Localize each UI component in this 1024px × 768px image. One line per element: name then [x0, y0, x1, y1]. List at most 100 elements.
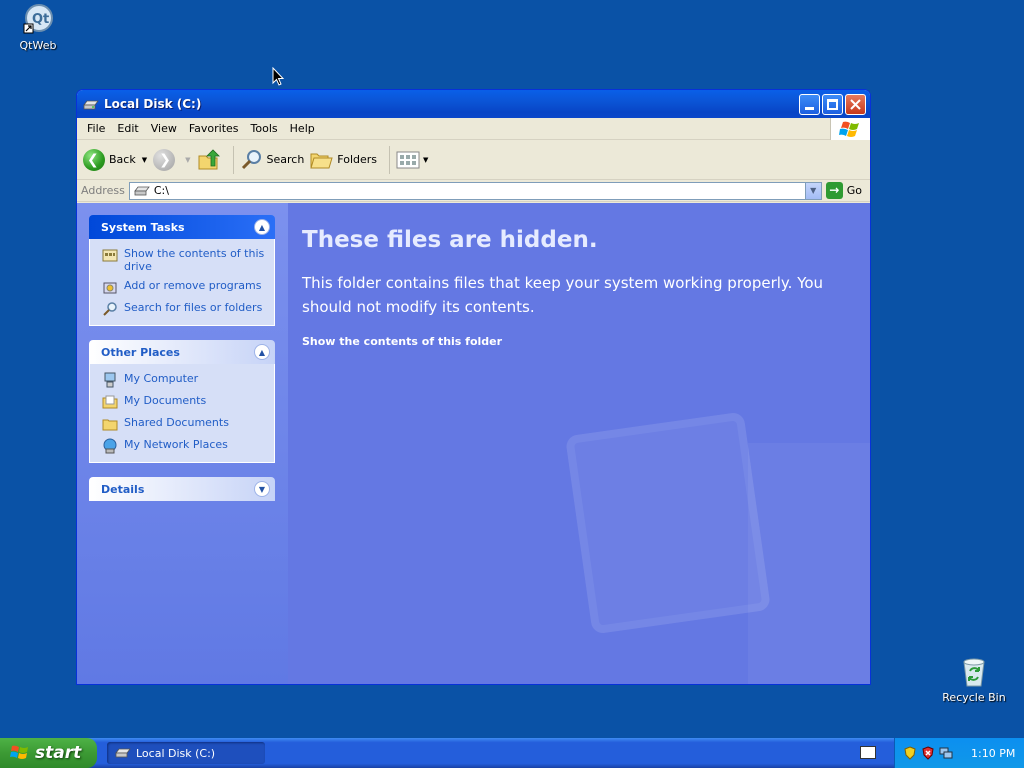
- place-label: Shared Documents: [124, 416, 229, 429]
- minimize-icon: [805, 106, 814, 110]
- search-label: Search: [266, 153, 305, 166]
- keyboard-language-icon[interactable]: [860, 746, 876, 759]
- toolbar-separator: [389, 145, 391, 174]
- menu-file[interactable]: File: [81, 120, 111, 137]
- system-tasks-panel: System Tasks ▲ Show the contents of this…: [89, 215, 275, 326]
- qtweb-icon: Qt: [22, 4, 54, 36]
- network-places-icon: [102, 438, 118, 454]
- menu-favorites[interactable]: Favorites: [183, 120, 245, 137]
- security-alert-icon[interactable]: [921, 746, 935, 760]
- views-button[interactable]: ▼: [396, 150, 428, 170]
- title-bar[interactable]: Local Disk (C:): [77, 90, 870, 118]
- recycle-bin-icon: [958, 656, 990, 688]
- panel-title: System Tasks: [101, 220, 185, 234]
- task-add-remove-programs[interactable]: Add or remove programs: [102, 279, 266, 295]
- task-search-files[interactable]: Search for files or folders: [102, 301, 266, 317]
- go-button[interactable]: → Go: [822, 182, 870, 199]
- start-label: start: [35, 743, 82, 763]
- menu-tools[interactable]: Tools: [245, 120, 284, 137]
- panel-title: Other Places: [101, 345, 180, 359]
- show-folder-contents-link[interactable]: Show the contents of this folder: [302, 335, 870, 348]
- up-folder-icon: [198, 148, 220, 169]
- search-icon: [102, 301, 118, 317]
- system-clock[interactable]: 1:10 PM: [971, 747, 1015, 760]
- menu-bar: File Edit View Favorites Tools Help: [77, 118, 870, 140]
- folders-button[interactable]: Folders: [310, 149, 377, 171]
- place-label: My Documents: [124, 394, 207, 407]
- place-my-computer[interactable]: My Computer: [102, 372, 266, 388]
- forward-dropdown-icon[interactable]: ▼: [185, 156, 190, 164]
- forward-button[interactable]: ❯ ▼: [153, 148, 191, 171]
- shared-documents-icon: [102, 416, 118, 432]
- place-my-network-places[interactable]: My Network Places: [102, 438, 266, 454]
- address-dropdown-icon[interactable]: ▼: [804, 182, 821, 199]
- details-header[interactable]: Details ▼: [89, 477, 275, 501]
- task-label: Show the contents of this drive: [124, 247, 265, 273]
- back-arrow-icon: ❮: [83, 148, 105, 171]
- main-pane: These files are hidden. This folder cont…: [288, 203, 870, 684]
- hidden-files-message: This folder contains files that keep you…: [302, 274, 824, 316]
- security-shield-icon[interactable]: [903, 746, 917, 760]
- expand-icon[interactable]: ▼: [254, 481, 270, 497]
- forward-arrow-icon: ❯: [153, 148, 176, 171]
- my-documents-icon: [102, 394, 118, 410]
- desktop-icon-qtweb[interactable]: Qt QtWeb: [3, 4, 73, 52]
- address-input[interactable]: C:\ ▼: [128, 181, 822, 200]
- monitor-watermark: [564, 411, 772, 635]
- back-button[interactable]: ❮ Back ▼: [83, 148, 147, 171]
- views-dropdown-icon[interactable]: ▼: [423, 156, 428, 164]
- menu-help[interactable]: Help: [284, 120, 321, 137]
- show-contents-icon: [102, 247, 118, 263]
- collapse-icon[interactable]: ▲: [254, 344, 270, 360]
- desktop-icon-label: Recycle Bin: [942, 691, 1006, 704]
- system-tasks-body: Show the contents of this drive Add or r…: [89, 239, 275, 326]
- maximize-icon: [827, 98, 838, 110]
- start-button[interactable]: start: [0, 738, 97, 768]
- add-remove-programs-icon: [102, 279, 118, 295]
- place-my-documents[interactable]: My Documents: [102, 394, 266, 410]
- drive-icon: [83, 96, 99, 112]
- toolbar: ❮ Back ▼ ❯ ▼ Search Folders ▼: [77, 140, 870, 180]
- network-status-icon[interactable]: [939, 746, 953, 760]
- back-dropdown-icon[interactable]: ▼: [142, 156, 147, 164]
- my-computer-icon: [102, 372, 118, 388]
- up-folder-button[interactable]: [197, 148, 221, 172]
- views-icon: [396, 151, 420, 168]
- folders-label: Folders: [337, 153, 378, 166]
- menu-view[interactable]: View: [145, 120, 183, 137]
- back-label: Back: [109, 153, 136, 166]
- go-label: Go: [846, 184, 862, 197]
- windows-logo: [830, 118, 870, 140]
- menu-edit[interactable]: Edit: [111, 120, 144, 137]
- address-bar: Address C:\ ▼ → Go: [77, 180, 870, 202]
- hidden-files-heading: These files are hidden.: [302, 227, 598, 253]
- taskbar: start Local Disk (C:) 1:10 PM: [0, 738, 1024, 768]
- other-places-panel: Other Places ▲ My Computer My Documents …: [89, 340, 275, 463]
- task-show-drive-contents[interactable]: Show the contents of this drive: [102, 247, 266, 273]
- details-panel: Details ▼: [89, 477, 275, 501]
- folders-icon: [310, 153, 333, 168]
- mouse-cursor-icon: [272, 67, 285, 86]
- search-icon: [241, 149, 261, 169]
- task-pane: System Tasks ▲ Show the contents of this…: [77, 203, 288, 684]
- drive-icon: [115, 748, 131, 758]
- system-tasks-header[interactable]: System Tasks ▲: [89, 215, 275, 239]
- windows-flag-icon: [10, 744, 30, 762]
- search-button[interactable]: Search: [240, 148, 305, 172]
- taskbar-button-local-disk[interactable]: Local Disk (C:): [107, 742, 265, 764]
- desktop-icon-label: QtWeb: [19, 39, 57, 52]
- place-label: My Computer: [124, 372, 199, 385]
- close-button[interactable]: [845, 93, 866, 115]
- computer-watermark: [748, 443, 870, 684]
- maximize-button[interactable]: [822, 93, 843, 115]
- minimize-button[interactable]: [799, 93, 820, 115]
- toolbar-separator: [232, 145, 234, 174]
- desktop-icon-recycle-bin[interactable]: Recycle Bin: [939, 656, 1009, 704]
- taskbar-button-label: Local Disk (C:): [136, 746, 216, 760]
- content-area: System Tasks ▲ Show the contents of this…: [77, 203, 870, 684]
- collapse-icon[interactable]: ▲: [254, 219, 270, 235]
- task-label: Add or remove programs: [124, 279, 262, 292]
- system-tray: 1:10 PM: [894, 738, 1024, 768]
- place-shared-documents[interactable]: Shared Documents: [102, 416, 266, 432]
- other-places-header[interactable]: Other Places ▲: [89, 340, 275, 364]
